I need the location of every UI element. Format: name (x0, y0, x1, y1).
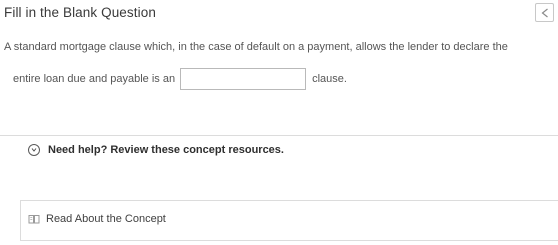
speaker-icon (540, 8, 549, 18)
resource-divider-bottom (20, 240, 558, 241)
read-about-concept-link[interactable]: Read About the Concept (28, 213, 166, 225)
resource-left-rule (20, 200, 21, 240)
chevron-circle-icon (28, 144, 40, 156)
question-text-line-2: entire loan due and payable is an (13, 73, 176, 85)
page-title: Fill in the Blank Question (4, 5, 156, 20)
resource-label: Read About the Concept (46, 213, 166, 225)
question-text-after-blank: clause. (312, 73, 347, 85)
question-line-2: entire loan due and payable is an clause… (13, 68, 347, 90)
question-page: Fill in the Blank Question A standard mo… (0, 0, 558, 245)
resource-divider-top (20, 200, 558, 201)
blank-answer-input[interactable] (180, 68, 307, 90)
help-section: Need help? Review these concept resource… (0, 135, 558, 195)
question-text-line-1: A standard mortgage clause which, in the… (4, 41, 508, 53)
help-label: Need help? Review these concept resource… (48, 144, 284, 156)
book-icon (28, 214, 40, 224)
read-aloud-button[interactable] (535, 3, 554, 22)
help-toggle[interactable]: Need help? Review these concept resource… (28, 144, 284, 156)
